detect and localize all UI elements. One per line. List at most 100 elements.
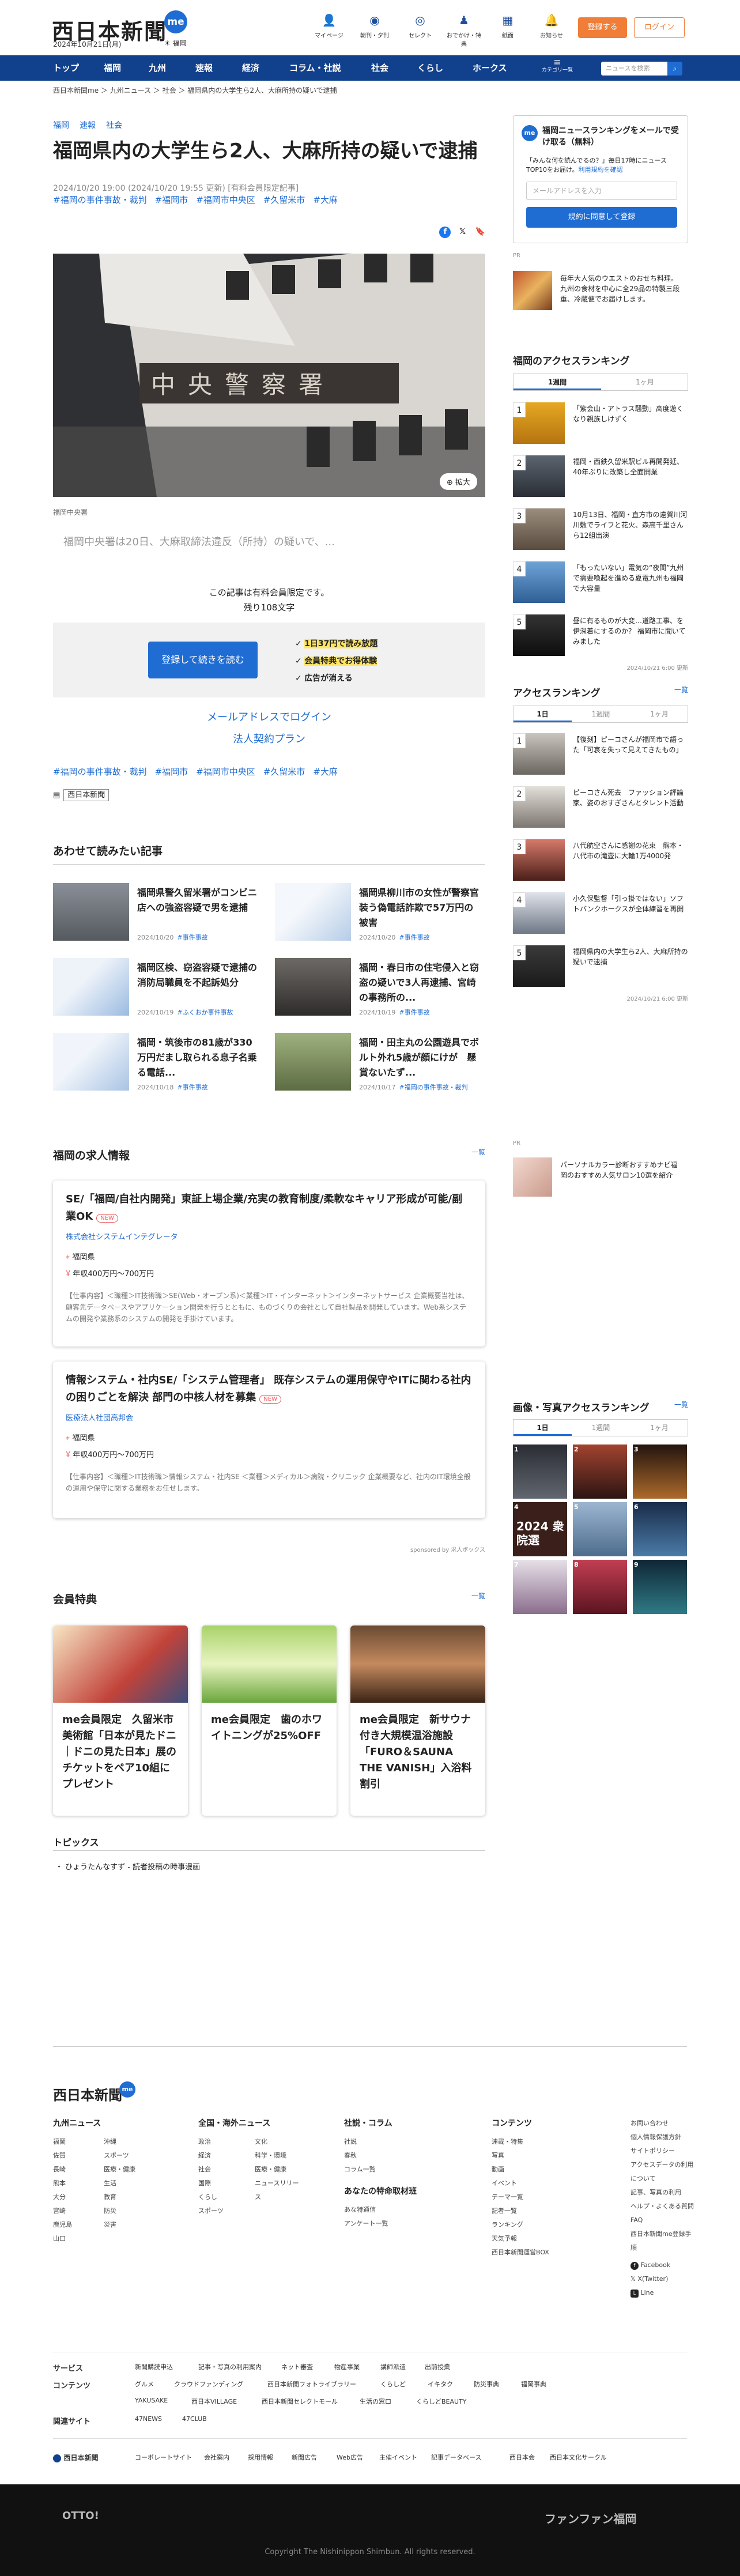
perk-card[interactable]: me会員限定 久留米市美術館「日本が見たドニ｜ドニの見た日本」展のチケットをペア… [53, 1625, 188, 1816]
footer-link[interactable]: 西日本新聞me登録手順 [630, 2227, 694, 2255]
tag-link[interactable]: #大麻 [313, 195, 338, 205]
tab-week[interactable]: 1週間 [572, 1420, 630, 1436]
footer-link[interactable]: 熊本 [53, 2177, 95, 2190]
footer-link[interactable]: Web広告 [337, 2453, 363, 2462]
ranking-item[interactable]: 1 「紫会山・アトラス騒動」高度遊くなり親族しけずく [513, 402, 688, 451]
terms-link[interactable]: 利用規約を確認 [578, 166, 622, 174]
ranking-item[interactable]: 2 ピーコさん死去 ファッション評論家、姿のおすぎさんとタレント活動 [513, 786, 688, 835]
footer-link[interactable]: 記事・写真の利用案内 [198, 2362, 262, 2371]
footer-link[interactable]: 記事データベース [431, 2453, 481, 2462]
footer-link[interactable]: 経済 [198, 2149, 246, 2163]
tab-week[interactable]: 1週間 [514, 374, 601, 390]
tag-link[interactable]: #久留米市 [263, 195, 305, 205]
bookmark-icon[interactable]: 🔖 [475, 227, 485, 236]
footer-logo[interactable]: 西日本新聞 [53, 2084, 122, 2104]
footer-link[interactable]: ネット審査 [281, 2362, 313, 2371]
tag-link[interactable]: #福岡市 [155, 195, 188, 205]
morning-paper-link[interactable]: ◉ 朝刊・夕刊 [357, 13, 392, 39]
footer-link[interactable]: 講師派遣 [380, 2362, 406, 2371]
job-company[interactable]: 株式会社システムインテグレータ [66, 1231, 473, 1242]
footer-link[interactable]: 防災 [104, 2204, 145, 2218]
otto-logo[interactable]: OTTO! [62, 2510, 99, 2522]
footer-link[interactable]: 写真 [492, 2149, 607, 2163]
footer-link[interactable]: くらしど [380, 2379, 406, 2389]
footer-link[interactable]: アンケート一覧 [344, 2217, 442, 2231]
tag-link[interactable]: #久留米市 [263, 767, 305, 777]
category-fukuoka[interactable]: 福岡 [53, 121, 69, 130]
ranking-item[interactable]: 5 昼に有るものが大変…道路工事、を伊深着にするのか？ 福岡市に聞いてみました [513, 614, 688, 663]
email-input[interactable]: メールアドレスを入力 [526, 182, 677, 200]
expand-photo-button[interactable]: ⊕ 拡大 [439, 473, 477, 490]
footer-link[interactable]: 物産事業 [334, 2362, 360, 2371]
nav-economy[interactable]: 経済 [242, 55, 259, 81]
gallery-item[interactable]: 6 [633, 1502, 687, 1556]
ad-item[interactable]: パーソナルカラー診断おすすめナビ福岡のおすすめ人気サロン10選を紹介 [513, 1157, 688, 1198]
related-article[interactable]: 福岡区検、窃盗容疑で逮捕の消防局職員を不起訴処分 2024/10/19 #ふくおか事… [53, 958, 260, 1020]
gallery-item[interactable]: 3 [633, 1444, 687, 1499]
ranking-item[interactable]: 1 【復刻】ピーコさんが福岡市で語った「可哀を失って見えてきたもの」 [513, 733, 688, 782]
footer-link[interactable]: 採用情報 [248, 2453, 273, 2462]
footer-link[interactable]: 47NEWS [135, 2415, 162, 2423]
footer-link[interactable]: 動画 [492, 2163, 607, 2177]
footer-link[interactable]: 春秋 [344, 2149, 442, 2163]
footer-link[interactable]: くらし [198, 2190, 246, 2204]
footer-link[interactable]: コラム一覧 [344, 2163, 442, 2177]
footer-link[interactable]: テーマ一覧 [492, 2190, 607, 2204]
footer-link[interactable]: コーポレートサイト [135, 2453, 192, 2462]
category-menu-button[interactable]: ≡ カテゴリ一覧 [540, 58, 575, 74]
footer-link[interactable]: 宮崎 [53, 2204, 95, 2218]
footer-link[interactable]: 文化 [255, 2135, 302, 2149]
footer-link[interactable]: 西日本新聞運営BOX [492, 2246, 607, 2260]
outing-link[interactable]: ♟ おでかけ・特典 [447, 13, 481, 48]
perk-card[interactable]: me会員限定 歯のホワイトニングが25%OFF [202, 1625, 337, 1816]
x-link[interactable]: 𝕏 X(Twitter) [630, 2272, 694, 2286]
tab-week[interactable]: 1週間 [572, 706, 630, 722]
footer-link[interactable]: 医療・健康 [104, 2163, 145, 2177]
topics-item[interactable]: ・ ひょうたんなすず - 読者投稿の時事漫画 [55, 1861, 200, 1872]
related-article[interactable]: 福岡県警久留米署がコンビニ店への強盗容疑で男を逮捕 2024/10/20 #事件事故 [53, 883, 260, 945]
footer-link[interactable]: 災害 [104, 2218, 145, 2232]
perk-card[interactable]: me会員限定 新サウナ付き大規模温浴施設「FURO＆SAUNA THE VANI… [350, 1625, 485, 1816]
gallery-more-link[interactable]: 一覧 [674, 1400, 688, 1409]
tab-month[interactable]: 1ヶ月 [630, 1420, 689, 1436]
breadcrumb[interactable]: 西日本新聞me ＞ 九州ニュース ＞ 社会 ＞ 福岡県内の大学生ら2人、大麻所持… [53, 85, 337, 95]
mypage-link[interactable]: 👤 マイページ [312, 13, 346, 39]
select-link[interactable]: ◎ セレクト [403, 13, 437, 39]
gallery-item[interactable]: 8 [573, 1560, 627, 1614]
ranking-item[interactable]: 5 福岡県内の大学生ら2人、大麻所持の疑いで逮捕 [513, 945, 688, 994]
footer-link[interactable]: イキタク [428, 2379, 453, 2389]
tag-link[interactable]: #福岡市 [155, 767, 188, 777]
footer-link[interactable]: 西日本新聞セレクトモール [262, 2397, 338, 2406]
weather-widget[interactable]: ☀ 福岡 [164, 38, 187, 48]
login-button[interactable]: ログイン [634, 17, 685, 38]
footer-link[interactable]: 政治 [198, 2135, 246, 2149]
ranking-item[interactable]: 3 10月13日、福岡・直方市の遠賀川河川敷でライフと花火、森高千里さんら12組出… [513, 508, 688, 557]
nav-life[interactable]: くらし [417, 55, 443, 81]
source-label[interactable]: 西日本新聞 [63, 789, 110, 801]
footer-link[interactable]: 西日本VILLAGE [191, 2397, 237, 2406]
footer-link[interactable]: 社会 [198, 2163, 246, 2177]
tab-month[interactable]: 1ヶ月 [601, 374, 689, 390]
tab-day[interactable]: 1日 [514, 706, 572, 722]
nav-society[interactable]: 社会 [371, 55, 388, 81]
footer-link[interactable]: クラウドファンディング [174, 2379, 243, 2389]
footer-link[interactable]: ランキング [492, 2218, 607, 2232]
footer-link[interactable]: 西日本会 [509, 2453, 535, 2462]
ad-item[interactable]: 毎年大人気のウエストのおせち料理。九州の食材を中心に全29品の特製三段重、冷蔵便… [513, 271, 688, 311]
facebook-icon[interactable]: f [439, 227, 451, 238]
footer-link[interactable]: 福岡 [53, 2135, 95, 2149]
footer-link[interactable]: FAQ [630, 2213, 694, 2227]
tag-link[interactable]: #福岡市中央区 [196, 195, 255, 205]
gallery-item[interactable]: 2 [573, 1444, 627, 1499]
category-breaking[interactable]: 速報 [80, 121, 96, 130]
gallery-item[interactable]: 1 [513, 1444, 567, 1499]
tag-link[interactable]: #福岡の事件事故・裁判 [53, 195, 147, 205]
facebook-link[interactable]: f Facebook [630, 2258, 694, 2272]
nav-column[interactable]: コラム・社説 [289, 55, 341, 81]
related-article[interactable]: 福岡・春日市の住宅侵入と窃盗の疑いで3人再逮捕、宮崎の事務所の... 2024/1… [275, 958, 482, 1020]
nav-fukuoka[interactable]: 福岡 [104, 55, 121, 81]
footer-link[interactable]: 会社案内 [204, 2453, 229, 2462]
footer-company-logo[interactable]: 西日本新聞 [53, 2453, 99, 2462]
job-card[interactable]: SE/「福岡/自社内開発」東証上場企業/充実の教育制度/柔軟なキャリア形成が可能… [53, 1180, 485, 1347]
footer-link[interactable]: 教育 [104, 2190, 145, 2204]
